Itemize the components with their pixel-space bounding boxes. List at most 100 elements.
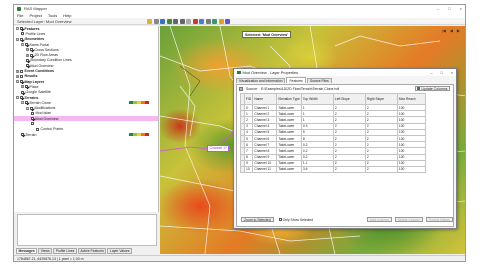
col-header-left-slope[interactable]: Left Slope bbox=[332, 93, 366, 105]
layer-checkbox[interactable] bbox=[30, 48, 33, 52]
menu-file[interactable]: File bbox=[17, 13, 23, 18]
zoom-to-selected-button[interactable]: Zoom to Selected bbox=[241, 216, 274, 223]
layer-checkbox[interactable] bbox=[20, 96, 23, 99]
layer-checkbox[interactable] bbox=[21, 32, 24, 36]
dialog-close-button[interactable]: × bbox=[451, 71, 453, 75]
update-columns-button[interactable]: Update Columns bbox=[414, 86, 450, 91]
layer-checkbox[interactable] bbox=[30, 53, 33, 57]
cell-right-slope[interactable]: 2 bbox=[364, 165, 398, 174]
layer-checkbox[interactable] bbox=[20, 37, 23, 41]
layer-checkbox[interactable] bbox=[31, 122, 34, 126]
zoom-out-icon[interactable] bbox=[179, 18, 185, 24]
globe-icon[interactable] bbox=[166, 18, 172, 24]
profile-icon[interactable] bbox=[199, 18, 204, 24]
layer-label: Map Layers bbox=[24, 79, 45, 84]
layer-checkbox[interactable] bbox=[20, 80, 23, 84]
layer-label: Google Satellite bbox=[25, 90, 51, 95]
col-header-name[interactable]: Name bbox=[252, 93, 278, 105]
col-header-elevation-type[interactable]: Elevation Type bbox=[276, 93, 302, 105]
maximize-button[interactable]: □ bbox=[448, 6, 450, 11]
layer-label: Place bbox=[29, 84, 39, 89]
cell-top-width[interactable]: 3.6 bbox=[300, 165, 334, 174]
layer-checkbox[interactable] bbox=[25, 85, 28, 89]
tab-views[interactable]: Views bbox=[38, 248, 53, 254]
layer-checkbox[interactable] bbox=[26, 64, 29, 68]
collapse-icon[interactable]: - bbox=[16, 27, 19, 31]
info-icon[interactable] bbox=[225, 18, 230, 24]
attribute-table-body: 0 Channel 1 TakeLower 1 2 2 100 1 Channel 2 TakeL… bbox=[240, 103, 426, 174]
dialog-maximize-button[interactable]: □ bbox=[440, 71, 442, 75]
add-column-button[interactable]: Add Column bbox=[367, 216, 392, 223]
tab-features[interactable]: Features bbox=[286, 77, 306, 83]
layer-checkbox[interactable] bbox=[21, 133, 24, 137]
dialog-title-bar: Mod Overview - Layer Properties – □ × bbox=[234, 69, 456, 76]
expand-icon[interactable]: + bbox=[26, 48, 29, 52]
next-icon[interactable]: ▶ bbox=[457, 28, 460, 33]
cell-left-slope[interactable]: 2 bbox=[332, 165, 366, 174]
layer-checkbox[interactable] bbox=[31, 111, 34, 115]
tab-layer-values[interactable]: Layer Values bbox=[107, 248, 132, 254]
col-header-max-reach[interactable]: Max Reach bbox=[396, 93, 426, 105]
measure-icon[interactable] bbox=[192, 18, 198, 24]
tab-visualization[interactable]: Visualization and Information bbox=[236, 78, 286, 83]
delete-column-button[interactable]: Delete Column bbox=[394, 216, 424, 223]
highlight-icon[interactable] bbox=[218, 18, 224, 24]
expand-icon[interactable]: + bbox=[16, 74, 19, 78]
table-row[interactable]: 10 Channel 11 TakeLower 3.6 2 2 100 bbox=[240, 165, 426, 174]
expand-icon[interactable]: + bbox=[21, 85, 24, 89]
update-icon bbox=[417, 87, 421, 90]
collapse-icon[interactable]: - bbox=[26, 106, 29, 110]
layer-checkbox[interactable] bbox=[20, 74, 23, 78]
collapse-icon[interactable]: - bbox=[16, 80, 19, 84]
prev-icon[interactable]: ◀ bbox=[450, 28, 453, 33]
zoom-extent-icon[interactable] bbox=[186, 18, 191, 24]
tab-messages[interactable]: Messages bbox=[16, 248, 38, 254]
layer-checkbox[interactable] bbox=[26, 58, 29, 62]
layer-tree: - Features Profile Lines - Geometries - Sams P… bbox=[14, 26, 158, 137]
layer-label: Geometries bbox=[24, 37, 45, 42]
layer-checkbox[interactable] bbox=[25, 101, 28, 105]
layer-checkbox[interactable] bbox=[25, 43, 28, 47]
select-icon[interactable] bbox=[160, 18, 165, 24]
layer-checkbox[interactable] bbox=[36, 127, 39, 131]
layer-checkbox[interactable] bbox=[31, 117, 34, 121]
tab-profile-lines[interactable]: Profile Lines bbox=[53, 248, 77, 254]
layer-checkbox[interactable] bbox=[20, 69, 23, 73]
first-icon[interactable]: |◀ bbox=[442, 28, 446, 33]
collapse-icon[interactable]: - bbox=[21, 43, 24, 47]
layer-checkbox[interactable] bbox=[21, 90, 24, 94]
tab-active-features[interactable]: Active Features bbox=[77, 248, 107, 254]
collapse-icon[interactable]: - bbox=[16, 96, 19, 99]
source-row: Source: E:\Examples\1D\2D Flow\Terrain\T… bbox=[237, 85, 453, 92]
menu-project[interactable]: Project bbox=[29, 13, 41, 18]
menu-help[interactable]: Help bbox=[63, 13, 71, 18]
expand-icon[interactable]: + bbox=[26, 53, 29, 57]
cell-elevation-type[interactable]: TakeLower bbox=[276, 165, 302, 174]
window-title: RAS Mapper bbox=[24, 6, 47, 11]
close-button[interactable]: × bbox=[460, 6, 462, 11]
cell-max-reach[interactable]: 100 bbox=[396, 165, 426, 174]
layer-label: Sams Portal bbox=[29, 42, 50, 47]
layer-icon[interactable] bbox=[212, 18, 217, 24]
cell-name[interactable]: Channel 11 bbox=[252, 165, 278, 174]
export-values-button[interactable]: Export Values bbox=[426, 216, 453, 223]
col-header-right-slope[interactable]: Right Slope bbox=[364, 93, 398, 105]
tab-source-files[interactable]: Source Files bbox=[306, 78, 332, 83]
expand-icon[interactable]: + bbox=[16, 69, 19, 73]
table-icon[interactable] bbox=[205, 18, 211, 24]
zoom-in-icon[interactable] bbox=[173, 18, 178, 24]
minimize-button[interactable]: – bbox=[437, 6, 439, 11]
cell-fid[interactable]: 10 bbox=[243, 165, 254, 174]
col-header-fid[interactable]: FID bbox=[243, 93, 254, 105]
collapse-icon[interactable]: - bbox=[21, 101, 24, 105]
layer-checkbox[interactable] bbox=[30, 106, 33, 110]
layer-row[interactable]: Terrain bbox=[14, 132, 158, 137]
layer-checkbox[interactable] bbox=[20, 27, 23, 31]
menu-tools[interactable]: Tools bbox=[48, 13, 57, 18]
pan-icon[interactable] bbox=[153, 18, 159, 24]
dialog-minimize-button[interactable]: – bbox=[430, 71, 432, 75]
collapse-icon[interactable]: - bbox=[16, 37, 19, 41]
col-header-top-width[interactable]: Top Width bbox=[300, 93, 334, 105]
edit-icon[interactable] bbox=[147, 18, 152, 24]
only-show-selected-checkbox[interactable]: Only Show Selected bbox=[278, 218, 313, 222]
